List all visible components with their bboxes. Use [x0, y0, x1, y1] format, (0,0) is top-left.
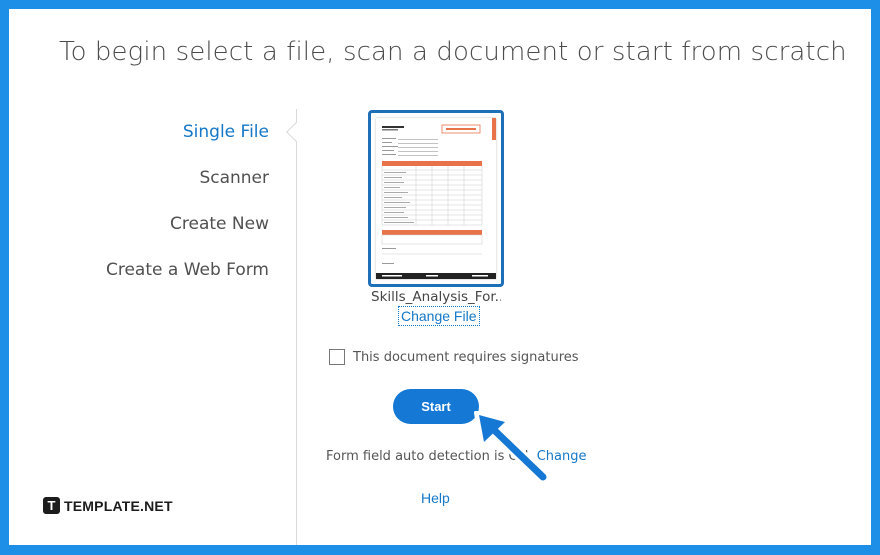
document-preview	[376, 118, 496, 279]
nav-create-new[interactable]: Create New	[106, 209, 269, 255]
change-file-link[interactable]: Change File	[398, 306, 480, 326]
help-link[interactable]: Help	[421, 490, 450, 506]
brand-mark: T	[43, 497, 60, 514]
signatures-label: This document requires signatures	[353, 350, 579, 365]
start-button[interactable]: Start	[393, 389, 479, 424]
nav-single-file[interactable]: Single File	[106, 117, 269, 163]
brand-logo: T TEMPLATE.NET	[43, 497, 173, 514]
source-nav: Single File Scanner Create New Create a …	[106, 117, 269, 301]
nav-divider	[296, 109, 297, 545]
active-nav-caret	[286, 122, 306, 142]
nav-create-web-form[interactable]: Create a Web Form	[106, 255, 269, 301]
signatures-checkbox[interactable]	[329, 349, 345, 365]
document-preview-graphic	[376, 118, 496, 279]
page-title: To begin select a file, scan a document …	[59, 37, 847, 67]
file-name: Skills_Analysis_For...	[371, 289, 501, 305]
nav-scanner[interactable]: Scanner	[106, 163, 269, 209]
start-panel: To begin select a file, scan a document …	[9, 9, 871, 545]
arrow-pointer-icon	[474, 411, 550, 484]
file-thumbnail[interactable]	[368, 110, 504, 287]
brand-text: TEMPLATE.NET	[64, 497, 173, 514]
